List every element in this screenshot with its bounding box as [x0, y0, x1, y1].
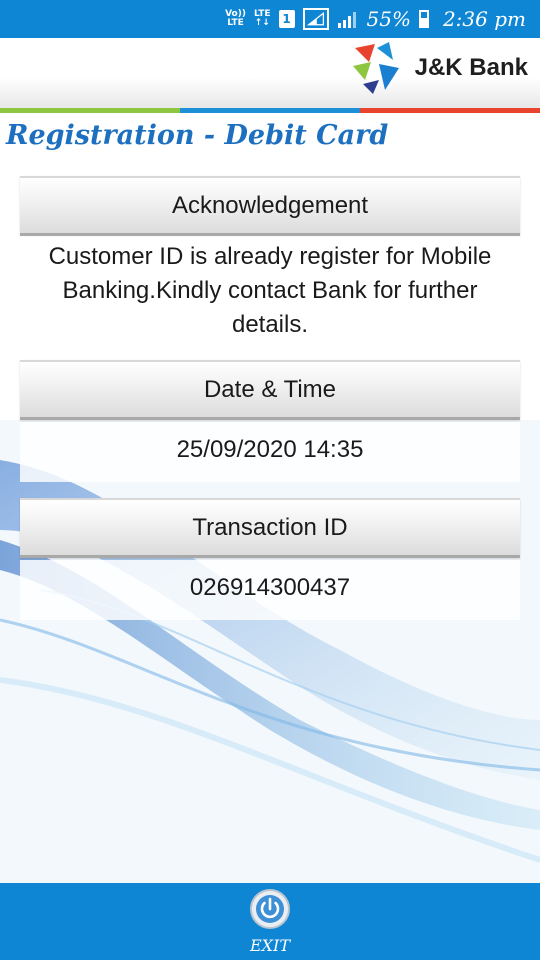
date-time-heading: Date & Time: [203, 375, 337, 403]
stripe-green: [0, 108, 180, 113]
battery-icon: [418, 10, 429, 28]
transaction-id-header: Transaction ID: [20, 498, 520, 558]
volte-icon: Vo)) LTE: [225, 9, 246, 28]
stripe-blue: [180, 108, 360, 113]
bank-name: J&K Bank: [414, 54, 528, 81]
background-swoosh: [0, 420, 540, 890]
date-time-value: 25/09/2020 14:35: [20, 422, 520, 482]
signal-icon: [302, 8, 329, 30]
status-bar: Vo)) LTE LTE ↑↓ 1 55% 2:36 pm: [0, 0, 540, 38]
page-title: Registration - Debit Card: [6, 120, 389, 151]
transaction-id-heading: Transaction ID: [192, 513, 348, 541]
date-time-header: Date & Time: [20, 360, 520, 420]
clock: 2:36 pm: [442, 7, 526, 31]
acknowledgement-heading: Acknowledgement: [171, 191, 369, 219]
exit-label: EXIT: [249, 936, 291, 955]
battery-percent: 55%: [366, 7, 411, 31]
acknowledgement-message: Customer ID is already register for Mobi…: [20, 236, 520, 346]
stripe-red: [360, 108, 540, 113]
header-stripe: [0, 108, 540, 113]
acknowledgement-header: Acknowledgement: [20, 176, 520, 236]
signal-bars-icon: [337, 12, 356, 28]
power-icon: [250, 889, 290, 929]
sim-icon: 1: [278, 10, 295, 28]
bank-logo: J&K Bank: [349, 40, 528, 96]
exit-button[interactable]: EXIT: [245, 886, 295, 956]
lte-icon: LTE ↑↓: [253, 9, 271, 28]
transaction-id-value: 026914300437: [20, 560, 520, 620]
jk-logo-icon: [352, 42, 399, 94]
